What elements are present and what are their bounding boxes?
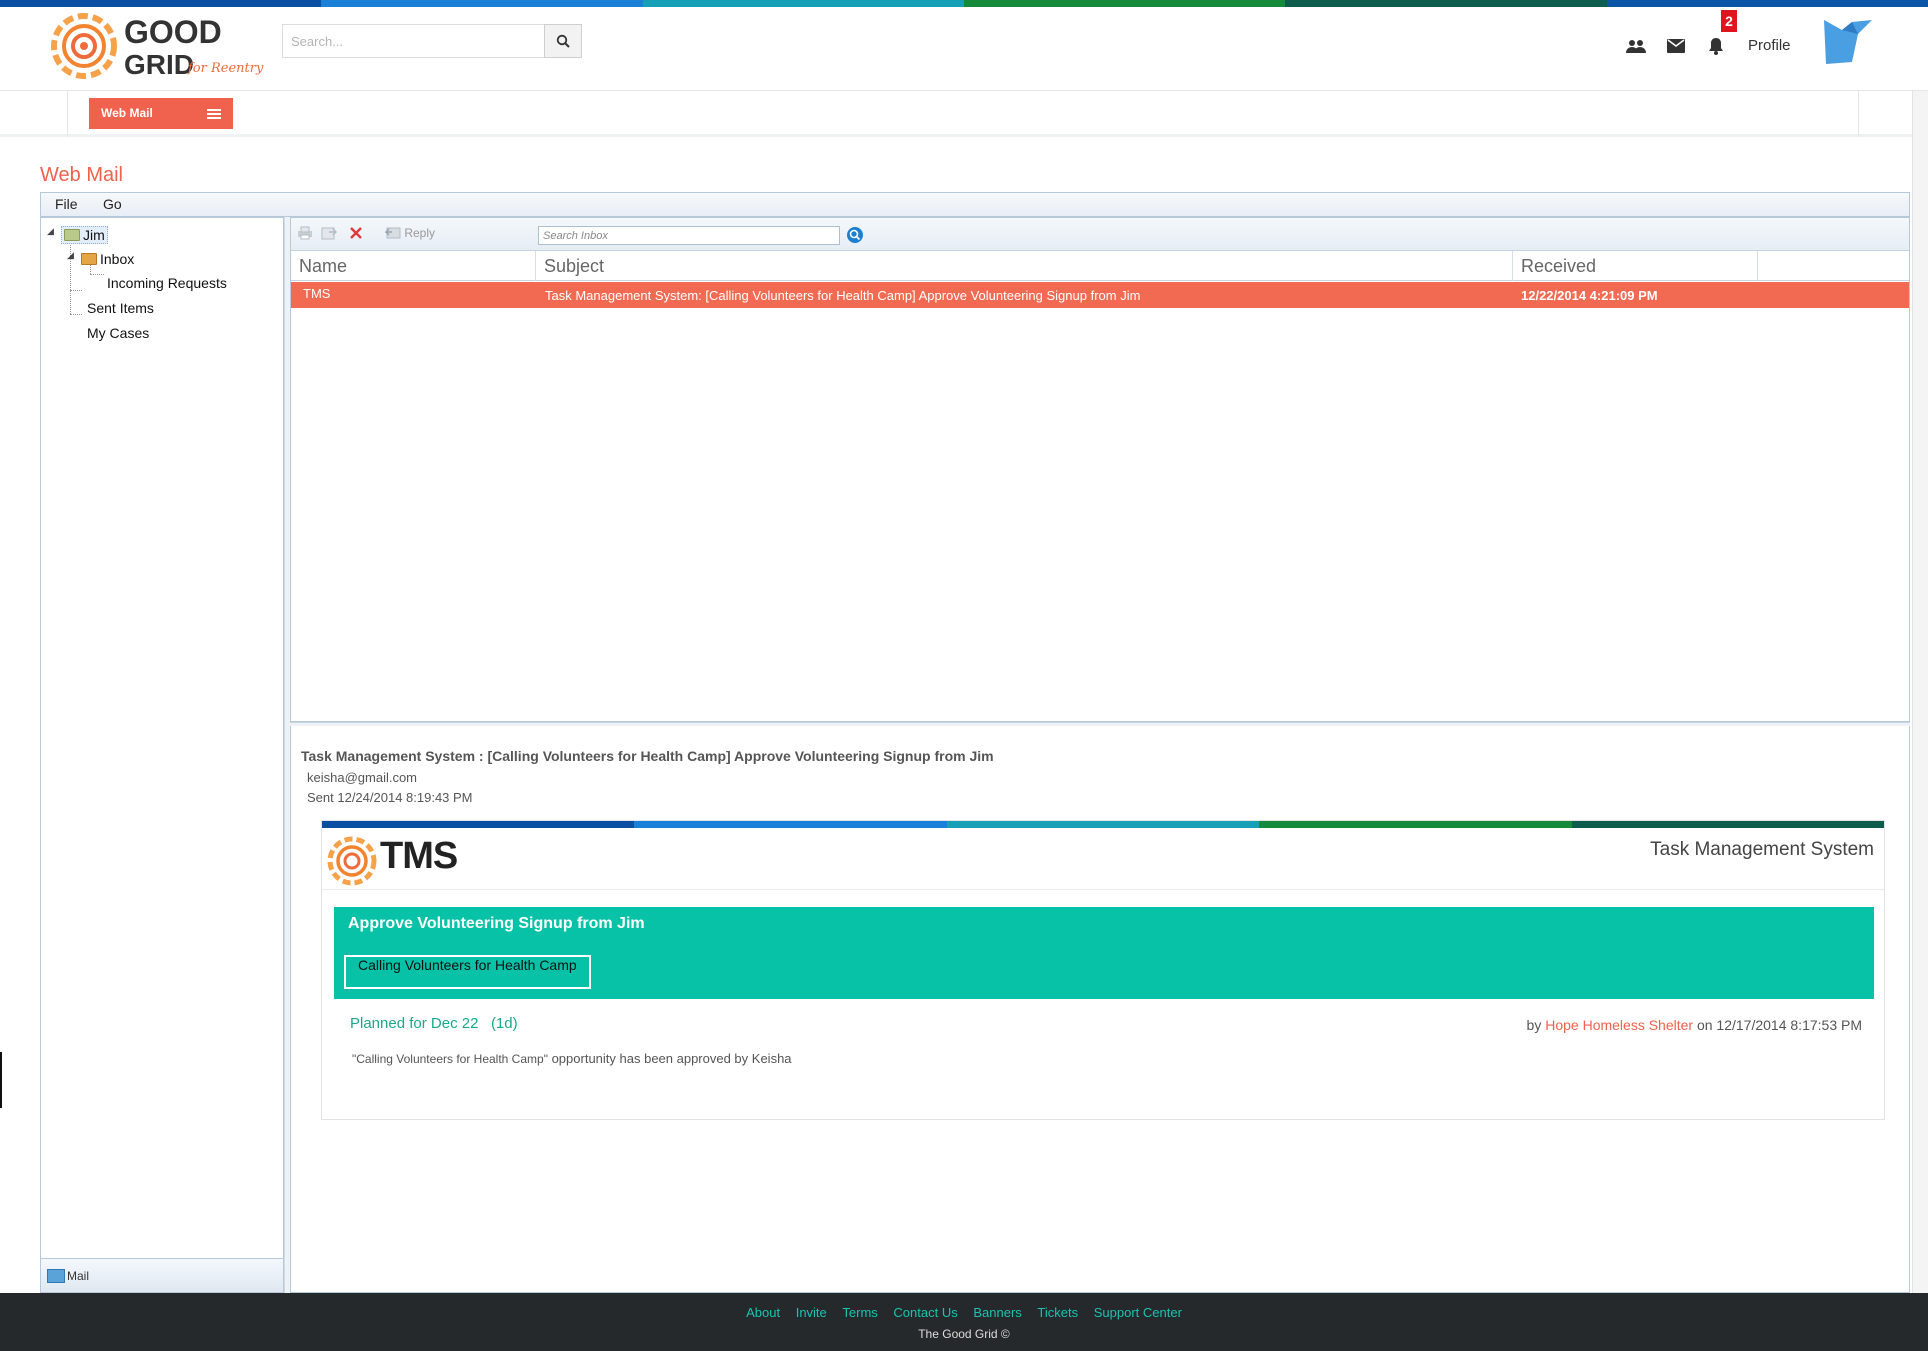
good-grid-logo[interactable]: GOOD GRID for Reentry (48, 8, 268, 84)
footer-link-about[interactable]: About (746, 1305, 780, 1320)
tree-node-label: Jim (83, 227, 105, 243)
row-name: TMS (303, 286, 331, 301)
mail-icon (47, 1269, 65, 1283)
tree-node-my-cases[interactable]: My Cases (87, 325, 149, 341)
byline: by Hope Homeless Shelter on 12/17/2014 8… (1527, 1017, 1862, 1033)
svg-text:GRID: GRID (124, 49, 194, 80)
subnav-divider (1858, 91, 1859, 137)
folder-icon (64, 229, 80, 241)
svg-text:for Reentry: for Reentry (187, 61, 264, 76)
bird-logo-icon[interactable] (1822, 18, 1874, 66)
site-footer: About Invite Terms Contact Us Banners Ti… (0, 1293, 1928, 1351)
message-list-pane: Reply Name Subject Received TMS Task Man… (290, 217, 1910, 722)
site-search-button[interactable] (544, 24, 582, 58)
menu-go[interactable]: Go (103, 196, 122, 212)
approval-note: "Calling Volunteers for Health Camp" opp… (352, 1051, 792, 1066)
planned-label: Planned for Dec 22 (350, 1015, 479, 1032)
task-title: Approve Volunteering Signup from Jim (348, 915, 645, 932)
footer-link-terms[interactable]: Terms (842, 1305, 877, 1320)
opportunity-tag[interactable]: Calling Volunteers for Health Camp (344, 955, 591, 989)
tree-node-label: My Cases (87, 325, 150, 341)
folder-tree-pane: ◢ Jim ◢ Inbox Incoming Requests Sent Ite… (40, 217, 284, 1293)
email-body-card: TMS Task Management System Approve Volun… (321, 820, 1885, 1120)
tree-expander[interactable]: ◢ (67, 250, 74, 261)
tree-node-jim[interactable]: Jim (61, 226, 108, 244)
planned-duration: (1d) (490, 1015, 518, 1032)
tms-wordmark: TMS (380, 835, 458, 877)
page-title: Web Mail (40, 164, 123, 186)
webmail-nav-tab[interactable]: Web Mail (89, 98, 233, 129)
tree-node-incoming-requests[interactable]: Incoming Requests (107, 275, 227, 291)
reply-icon (384, 227, 401, 239)
move-icon[interactable] (321, 226, 338, 243)
webmail-tab-label: Web Mail (101, 106, 153, 120)
organization-link[interactable]: Hope Homeless Shelter (1545, 1017, 1693, 1033)
reply-button[interactable]: Reply (384, 226, 436, 240)
footer-link-contact[interactable]: Contact Us (893, 1305, 957, 1320)
note-text: opportunity has been approved by Keisha (551, 1051, 792, 1066)
divider (322, 889, 1884, 890)
footer-link-support[interactable]: Support Center (1094, 1305, 1182, 1320)
tree-node-label: Incoming Requests (107, 275, 227, 291)
mail-bottom-label: Mail (67, 1269, 90, 1283)
mail-toolbar: Reply (291, 218, 1909, 251)
column-header-received[interactable]: Received (1513, 251, 1758, 281)
site-search-input[interactable] (282, 24, 544, 58)
users-icon[interactable] (1625, 36, 1647, 56)
email-color-stripe (322, 821, 1885, 828)
search-icon (556, 34, 570, 48)
mail-menubar: File Go (40, 192, 1910, 217)
note-opportunity: "Calling Volunteers for Health Camp" (352, 1052, 548, 1066)
row-subject: Task Management System: [Calling Volunte… (545, 288, 1141, 303)
preview-sent-date: Sent 12/24/2014 8:19:43 PM (307, 790, 473, 805)
byline-prefix: by (1526, 1017, 1542, 1033)
message-preview-pane: Task Management System : [Calling Volunt… (290, 726, 1910, 1293)
column-header-name[interactable]: Name (291, 251, 536, 281)
edge-marker (0, 1052, 2, 1108)
svg-text:GOOD: GOOD (124, 14, 222, 50)
preview-subject: Task Management System : [Calling Volunt… (301, 748, 994, 764)
task-banner: Approve Volunteering Signup from Jim Cal… (334, 907, 1874, 999)
notification-badge: 2 (1721, 10, 1737, 32)
footer-copyright: The Good Grid © (918, 1327, 1010, 1341)
planned-date: Planned for Dec 22 (1d) (350, 1015, 518, 1032)
top-color-stripe (0, 0, 1928, 7)
footer-link-banners[interactable]: Banners (973, 1305, 1021, 1320)
envelope-icon[interactable] (1665, 36, 1687, 56)
preview-sender: keisha@gmail.com (307, 770, 418, 785)
tree-node-sent-items[interactable]: Sent Items (87, 300, 154, 316)
bell-icon[interactable] (1705, 36, 1727, 56)
message-grid-header: Name Subject Received (291, 251, 1909, 281)
reply-label: Reply (404, 226, 436, 240)
column-header-subject[interactable]: Subject (536, 251, 1513, 281)
tms-system-title: Task Management System (1650, 839, 1874, 860)
subnav-divider (67, 91, 68, 137)
sub-navigation (0, 91, 1928, 137)
print-icon[interactable] (297, 226, 313, 243)
tree-node-label: Inbox (100, 251, 135, 267)
byline-date: on 12/17/2014 8:17:53 PM (1696, 1017, 1862, 1033)
tree-node-label: Sent Items (87, 300, 154, 316)
delete-icon[interactable] (349, 226, 363, 243)
search-icon (849, 229, 861, 241)
menu-file[interactable]: File (55, 196, 78, 212)
page-scrollbar[interactable] (1912, 91, 1928, 1293)
inbox-search-button[interactable] (847, 227, 863, 243)
tree-expander[interactable]: ◢ (47, 226, 54, 237)
inbox-icon (81, 253, 97, 265)
table-row[interactable]: TMS Task Management System: [Calling Vol… (291, 282, 1909, 308)
tree-node-inbox[interactable]: Inbox (81, 251, 134, 267)
menu-icon (207, 109, 221, 119)
footer-link-invite[interactable]: Invite (796, 1305, 827, 1320)
mail-bottom-tab[interactable]: Mail (41, 1258, 283, 1292)
footer-link-tickets[interactable]: Tickets (1037, 1305, 1078, 1320)
inbox-search-input[interactable] (538, 226, 840, 245)
row-received: 12/22/2014 4:21:09 PM (1521, 288, 1658, 303)
footer-links: About Invite Terms Contact Us Banners Ti… (0, 1305, 1928, 1320)
profile-link[interactable]: Profile (1748, 37, 1791, 54)
